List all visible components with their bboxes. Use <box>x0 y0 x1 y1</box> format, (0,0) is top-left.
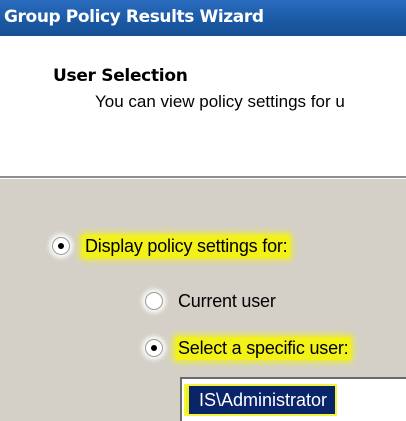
title-bar: Group Policy Results Wizard <box>0 0 406 36</box>
display-policy-option[interactable]: Display policy settings for: <box>52 233 291 259</box>
selected-user-value: IS\Administrator <box>186 386 336 414</box>
radio-unchecked-icon[interactable] <box>145 292 163 310</box>
current-user-label: Current user <box>178 290 276 311</box>
display-policy-label: Display policy settings for: <box>82 234 291 258</box>
specific-user-label: Select a specific user: <box>175 336 352 360</box>
radio-checked-icon[interactable] <box>145 339 163 357</box>
page-description: You can view policy settings for u <box>95 92 345 111</box>
specific-user-field[interactable]: IS\Administrator <box>180 377 406 421</box>
current-user-option[interactable]: Current user <box>145 288 279 314</box>
radio-checked-icon[interactable] <box>52 237 70 255</box>
page-title: User Selection <box>53 66 188 86</box>
wizard-header: User Selection You can view policy setti… <box>0 36 406 176</box>
specific-user-option[interactable]: Select a specific user: <box>145 335 352 361</box>
header-divider <box>0 176 406 179</box>
window-title: Group Policy Results Wizard <box>4 7 264 27</box>
